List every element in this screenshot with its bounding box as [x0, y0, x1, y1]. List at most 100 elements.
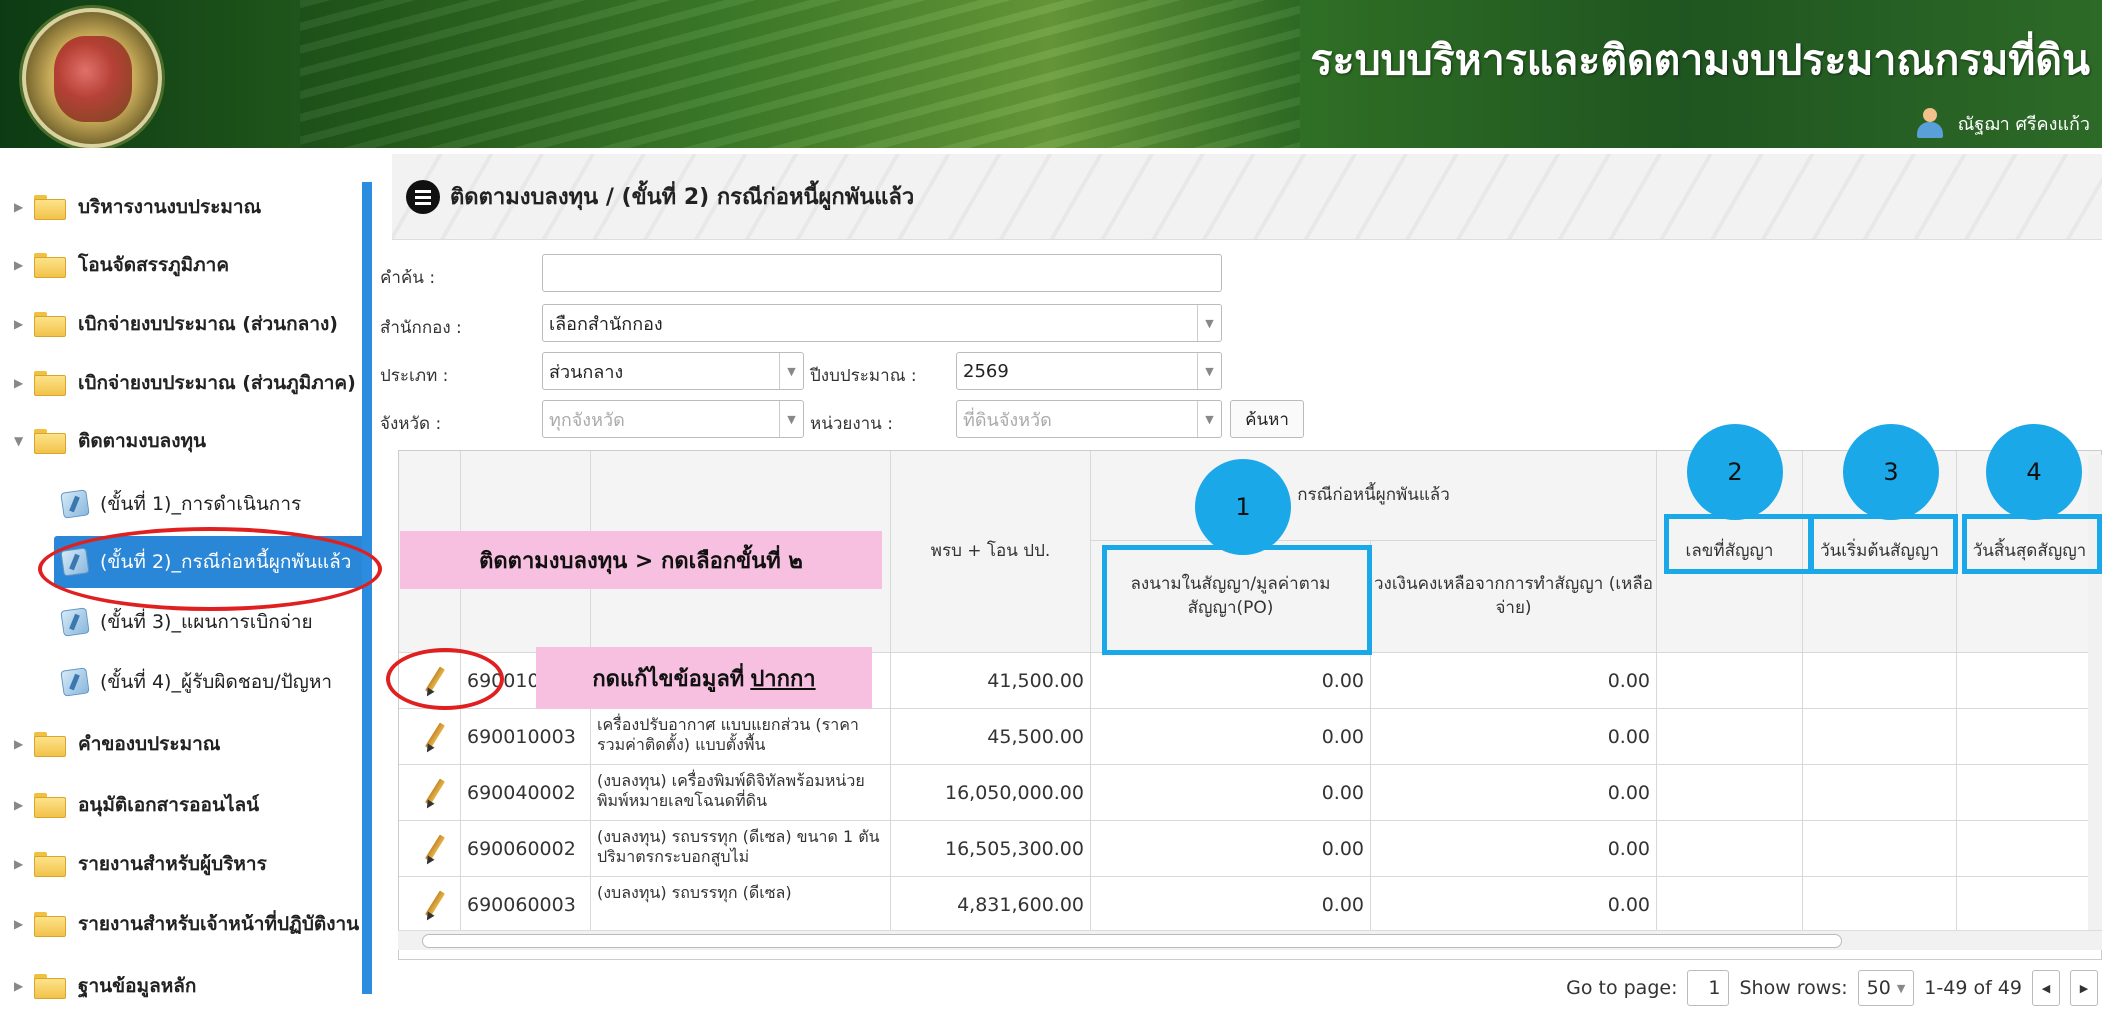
- scrollbar-thumb[interactable]: [422, 934, 1842, 948]
- row-desc: เครื่องปรับอากาศ แบบแยกส่วน (ราคารวมค่าต…: [591, 709, 891, 765]
- row-start-date: [1803, 877, 1957, 933]
- caret-right-icon: ▶: [14, 737, 24, 751]
- type-label: ประเภท :: [380, 366, 449, 386]
- edit-pencil-button[interactable]: [399, 765, 461, 821]
- site-title: ระบบบริหารและติดตามงบประมาณกรมที่ดิน: [1310, 36, 2090, 84]
- rows-per-page-value: 50: [1866, 977, 1891, 999]
- row-signed: 0.00: [1091, 653, 1371, 709]
- pencil-icon: [421, 778, 447, 811]
- office-select-value: เลือกสำนักกอง: [549, 313, 663, 335]
- caret-right-icon: ▶: [14, 798, 24, 812]
- rows-per-page-select[interactable]: 50 ▼: [1857, 970, 1915, 1006]
- sidebar-item-staff-reports[interactable]: ▶ รายงานสำหรับเจ้าหน้าที่ปฏิบัติงาน: [0, 896, 359, 952]
- sidebar-item-label: อนุมัติเอกสารออนไลน์: [78, 794, 260, 816]
- chevron-down-icon: ▼: [779, 401, 803, 437]
- edit-pencil-button[interactable]: [399, 877, 461, 933]
- annotation-circle-1: 1: [1195, 459, 1291, 555]
- annotation-ellipse-sidebar: [38, 527, 382, 611]
- header-budget: พรบ + โอน ปป.: [891, 451, 1091, 653]
- panel-title: ติดตามงบลงทุน / (ขั้นที่ 2) กรณีก่อหนี้ผ…: [450, 185, 915, 210]
- keyword-input[interactable]: [542, 254, 1222, 292]
- sidebar-item-online-approval[interactable]: ▶ อนุมัติเอกสารออนไลน์: [0, 777, 259, 833]
- caret-down-icon: ▼: [14, 434, 24, 448]
- header-remaining: วงเงินคงเหลือจากการทำสัญญา (เหลือจ่าย): [1371, 541, 1657, 653]
- folder-icon: [34, 312, 66, 337]
- row-desc: (งบลงทุน) รถบรรทุก (ดีเซล): [591, 877, 891, 933]
- document-edit-icon: [60, 489, 90, 519]
- sidebar-item-regional-allocation[interactable]: ▶ โอนจัดสรรภูมิภาค: [0, 237, 229, 293]
- pencil-icon: [421, 890, 447, 923]
- folder-icon: [34, 195, 66, 220]
- type-select[interactable]: ส่วนกลาง ▼: [542, 352, 804, 390]
- prev-page-button[interactable]: ◀: [2032, 970, 2060, 1006]
- search-button[interactable]: ค้นหา: [1230, 400, 1304, 438]
- row-desc: (งบลงทุน) รถบรรทุก (ดีเซล) ขนาด 1 ตัน ปร…: [591, 821, 891, 877]
- row-desc: (งบลงทุน) เครื่องพิมพ์ดิจิทัลพร้อมหน่วยพ…: [591, 765, 891, 821]
- keyword-label: คำค้น :: [380, 268, 436, 288]
- show-rows-label: Show rows:: [1739, 977, 1848, 999]
- row-budget: 4,831,600.00: [891, 877, 1091, 933]
- app-header: ระบบบริหารและติดตามงบประมาณกรมที่ดิน ณัฐ…: [0, 0, 2102, 148]
- province-select-value: ทุกจังหวัด: [549, 409, 625, 431]
- row-code: 690060002: [461, 821, 591, 877]
- row-end-date: [1957, 821, 2101, 877]
- type-select-value: ส่วนกลาง: [549, 361, 624, 383]
- edit-pencil-button[interactable]: [399, 709, 461, 765]
- next-page-button[interactable]: ▶: [2070, 970, 2098, 1006]
- sidebar-item-disbursement-central[interactable]: ▶ เบิกจ่ายงบประมาณ (ส่วนกลาง): [0, 296, 338, 352]
- sidebar-item-executive-reports[interactable]: ▶ รายงานสำหรับผู้บริหาร: [0, 836, 267, 892]
- sidebar-item-label: รายงานสำหรับผู้บริหาร: [78, 853, 267, 875]
- sidebar-item-budget-request[interactable]: ▶ คำของบประมาณ: [0, 716, 220, 772]
- header-banner: [300, 0, 1300, 148]
- province-select[interactable]: ทุกจังหวัด ▼: [542, 400, 804, 438]
- sidebar-subitem-step4[interactable]: (ขั้นที่ 4)_ผู้รับผิดชอบ/ปัญหา: [0, 656, 332, 708]
- sidebar-item-master-data[interactable]: ▶ ฐานข้อมูลหลัก: [0, 958, 196, 1014]
- page-range: 1-49 of 49: [1924, 977, 2022, 999]
- office-select[interactable]: เลือกสำนักกอง ▼: [542, 304, 1222, 342]
- annotation-breadcrumb-note: ติดตามงบลงทุน > กดเลือกขั้นที่ ๒: [400, 531, 882, 589]
- folder-icon: [34, 732, 66, 757]
- chevron-down-icon: ▼: [1197, 353, 1221, 389]
- goto-page-input[interactable]: 1: [1687, 970, 1730, 1006]
- edit-pencil-button[interactable]: [399, 821, 461, 877]
- row-signed: 0.00: [1091, 765, 1371, 821]
- annotation-circle-4: 4: [1986, 424, 2082, 520]
- annotation-edit-note-link: ปากกา: [750, 666, 816, 692]
- document-edit-icon: [60, 607, 90, 637]
- caret-right-icon: ▶: [14, 917, 24, 931]
- office-label: สำนักกอง :: [380, 318, 462, 338]
- pencil-icon: [421, 722, 447, 755]
- unit-select-value: ที่ดินจังหวัด: [963, 409, 1052, 431]
- pencil-icon: [421, 834, 447, 867]
- chevron-down-icon: ▼: [1896, 981, 1906, 995]
- sidebar-item-budget-management[interactable]: ▶ บริหารงานงบประมาณ: [0, 179, 261, 235]
- chevron-down-icon: ▼: [779, 353, 803, 389]
- row-end-date: [1957, 709, 2101, 765]
- row-budget: 41,500.00: [891, 653, 1091, 709]
- user-info[interactable]: ณัฐฌา ศรีคงแก้ว: [1916, 108, 2090, 138]
- row-code: 690010003: [461, 709, 591, 765]
- annotation-box-contract-no: [1664, 514, 1814, 574]
- document-edit-icon: [60, 667, 90, 697]
- chevron-down-icon: ▼: [1197, 305, 1221, 341]
- sidebar-item-investment-tracking[interactable]: ▼ ติดตามงบลงทุน: [0, 413, 206, 469]
- sidebar-item-disbursement-regional[interactable]: ▶ เบิกจ่ายงบประมาณ (ส่วนภูมิภาค): [0, 355, 356, 411]
- unit-select[interactable]: ที่ดินจังหวัด ▼: [956, 400, 1222, 438]
- sidebar-subitem-label: (ขั้นที่ 1)_การดำเนินการ: [100, 493, 302, 515]
- department-logo: [22, 8, 162, 148]
- pager: Go to page: 1 Show rows: 50 ▼ 1-49 of 49…: [398, 960, 2102, 1016]
- sidebar-item-label: บริหารงานงบประมาณ: [78, 196, 262, 218]
- year-select[interactable]: 2569 ▼: [956, 352, 1222, 390]
- row-end-date: [1957, 765, 2101, 821]
- folder-icon: [34, 371, 66, 396]
- caret-right-icon: ▶: [14, 200, 24, 214]
- panel-header: ติดตามงบลงทุน / (ขั้นที่ 2) กรณีก่อหนี้ผ…: [392, 154, 2102, 240]
- grid-horizontal-scrollbar[interactable]: [398, 930, 2102, 950]
- row-start-date: [1803, 709, 1957, 765]
- row-contract-no: [1657, 821, 1803, 877]
- row-signed: 0.00: [1091, 709, 1371, 765]
- sidebar-subitem-step1[interactable]: (ขั้นที่ 1)_การดำเนินการ: [0, 478, 301, 530]
- sidebar-scrollbar[interactable]: [362, 182, 372, 994]
- unit-label: หน่วยงาน :: [810, 414, 893, 434]
- sidebar-item-label: ฐานข้อมูลหลัก: [78, 975, 197, 997]
